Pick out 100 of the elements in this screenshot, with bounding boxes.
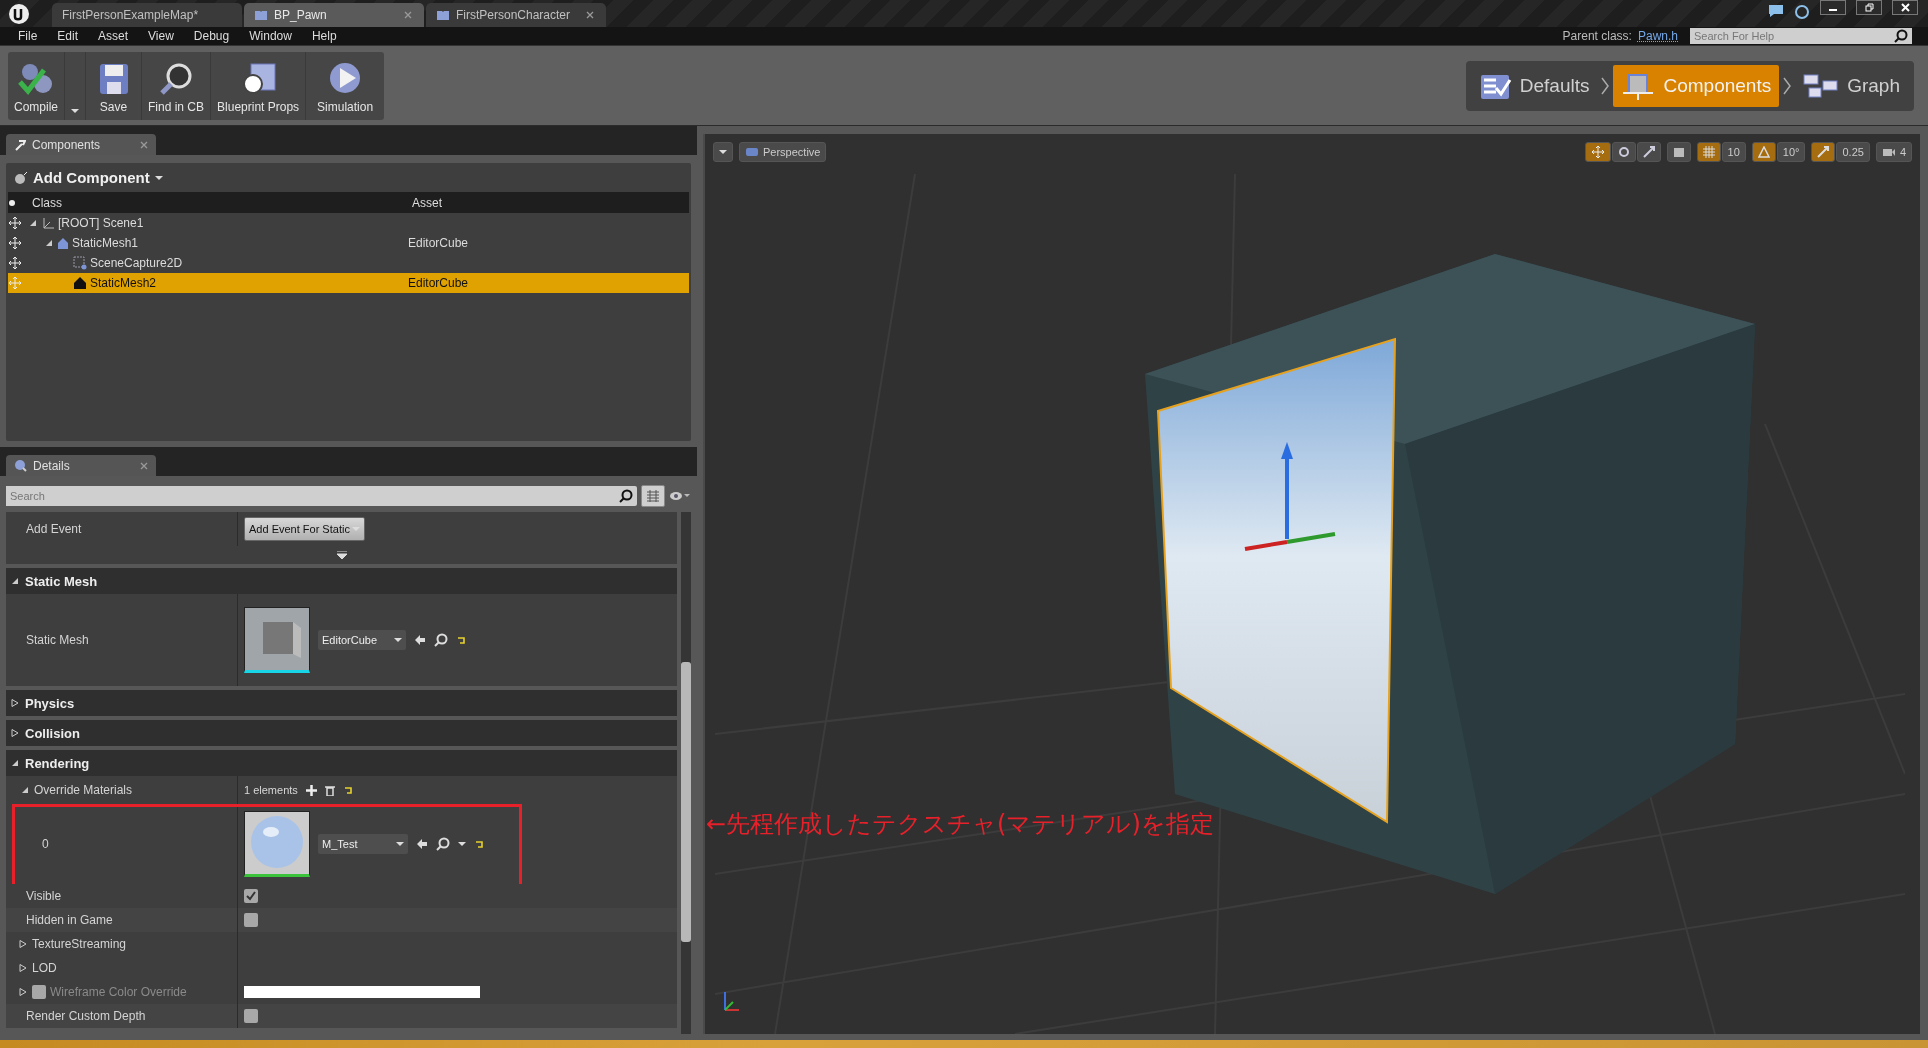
use-selected-button[interactable] — [414, 634, 426, 646]
menu-item[interactable]: Help — [301, 29, 347, 43]
transform-tool-button[interactable] — [1584, 142, 1611, 162]
parent-class-link[interactable]: Pawn.h — [1637, 29, 1678, 43]
close-button[interactable] — [1892, 0, 1918, 15]
expand-arrow-icon[interactable] — [44, 238, 54, 248]
toolbar-button[interactable]: Simulation — [306, 51, 385, 120]
close-tab-button[interactable] — [140, 140, 148, 149]
browse-button[interactable] — [434, 633, 448, 647]
close-icon — [1900, 3, 1910, 12]
section-header[interactable]: Collision — [6, 720, 677, 746]
perspective-button[interactable]: Perspective — [739, 142, 827, 162]
toolbar-button[interactable]: Save — [86, 51, 142, 120]
checkbox[interactable] — [244, 889, 258, 903]
section-header[interactable]: Physics — [6, 690, 677, 716]
close-tab-button[interactable] — [140, 461, 148, 470]
menu-item[interactable]: Debug — [183, 29, 240, 43]
minimize-button[interactable] — [1820, 0, 1846, 15]
column-header[interactable]: Asset — [408, 195, 689, 210]
expand-arrow-icon[interactable] — [10, 728, 20, 738]
toolbar-button[interactable]: Blueprint Props — [211, 51, 307, 120]
expand-arrow-icon[interactable] — [18, 963, 28, 973]
mode-button[interactable]: Defaults — [1471, 64, 1598, 107]
reset-button[interactable] — [474, 839, 484, 849]
component-row[interactable]: StaticMesh1 EditorCube — [8, 233, 689, 253]
delete-button[interactable] — [324, 784, 335, 796]
sphere-thumbnail[interactable] — [244, 811, 310, 877]
book-icon — [436, 9, 450, 21]
expand-arrow-icon[interactable] — [10, 576, 20, 586]
section-header[interactable]: Static Mesh — [6, 568, 677, 594]
use-selected-button[interactable] — [416, 838, 428, 850]
property-label: Static Mesh — [26, 633, 89, 647]
axes-icon — [41, 216, 55, 230]
snap-toggle-button[interactable] — [1811, 142, 1836, 162]
expand-arrow-icon[interactable] — [18, 939, 28, 949]
menu-item[interactable]: Edit — [47, 29, 89, 43]
menu-item[interactable]: View — [138, 29, 184, 43]
reset-button[interactable] — [342, 785, 353, 795]
column-header[interactable]: Class — [28, 195, 408, 210]
section-title: Rendering — [25, 755, 90, 771]
browse-button[interactable] — [436, 837, 450, 851]
camera-speed-button[interactable]: 4 — [1875, 142, 1912, 162]
menu-item[interactable]: Window — [239, 29, 302, 43]
snap-value-button[interactable]: 10° — [1776, 142, 1806, 162]
expand-arrow-icon[interactable] — [10, 758, 20, 768]
caret-icon — [396, 841, 404, 847]
options-caret-button[interactable] — [458, 841, 466, 847]
component-row[interactable]: [ROOT] Scene1 — [8, 213, 689, 233]
material-dropdown[interactable]: M_Test — [318, 834, 408, 854]
mode-button[interactable]: Graph — [1795, 64, 1908, 107]
annotation-text: ←先程作成したテクスチャ(マテリアル)を指定 — [706, 809, 1214, 840]
grid-icon — [1702, 146, 1715, 158]
expand-arrow-icon[interactable] — [20, 785, 30, 795]
transform-tool-button[interactable] — [1636, 142, 1661, 162]
transform-tool-button[interactable] — [1611, 142, 1636, 162]
component-row[interactable]: StaticMesh2 EditorCube — [8, 273, 689, 293]
scrollbar-thumb[interactable] — [681, 662, 691, 942]
toolbar-button[interactable]: Compile — [8, 51, 65, 120]
snap-value-button[interactable]: 10 — [1721, 142, 1746, 162]
cube-thumbnail[interactable] — [244, 607, 310, 673]
property-label: Add Event — [26, 522, 82, 536]
component-name: StaticMesh2 — [90, 276, 157, 290]
component-name: [ROOT] Scene1 — [58, 216, 144, 230]
color-swatch[interactable] — [244, 986, 480, 998]
panel-tab[interactable]: Details — [6, 455, 156, 476]
document-tab[interactable]: FirstPersonExampleMap* — [52, 3, 242, 27]
snap-value-button[interactable]: 0.25 — [1836, 142, 1870, 162]
viewport-options-button[interactable] — [713, 142, 733, 162]
expand-arrow-icon[interactable] — [10, 698, 20, 708]
section-title: Physics — [25, 695, 75, 711]
component-row[interactable]: SceneCapture2D — [8, 253, 689, 273]
section-header[interactable]: Rendering — [6, 750, 677, 776]
checkbox[interactable] — [244, 1009, 258, 1023]
search-icon — [619, 489, 633, 503]
add-element-button[interactable] — [305, 784, 317, 796]
menu-item[interactable]: Asset — [88, 29, 139, 43]
magnifier-icon — [159, 61, 194, 96]
snap-toggle-button[interactable] — [1751, 142, 1776, 162]
reset-button[interactable] — [456, 635, 466, 645]
expand-arrow-icon[interactable] — [28, 218, 38, 228]
document-tab[interactable]: FirstPersonCharacter — [426, 3, 606, 27]
toolbar-button[interactable]: Find in CB — [142, 51, 212, 120]
property-label: LOD — [32, 961, 57, 975]
checkmark-icon — [246, 891, 256, 901]
grid-view-button[interactable] — [641, 485, 665, 507]
snap-toggle-button[interactable] — [1696, 142, 1721, 162]
add-component-button[interactable]: Add Component — [6, 163, 171, 192]
document-tab[interactable]: BP_Pawn — [244, 3, 424, 27]
panel-tab[interactable]: Components — [6, 134, 156, 155]
search-icon — [434, 633, 448, 647]
menu-item[interactable]: File — [8, 29, 48, 43]
book-icon — [254, 9, 268, 21]
visibility-button[interactable] — [669, 491, 691, 501]
world-space-button[interactable] — [1666, 142, 1691, 162]
add-event-dropdown[interactable]: Add Event For Static — [244, 517, 365, 541]
checkbox[interactable] — [244, 913, 258, 927]
asset-dropdown[interactable]: EditorCube — [318, 630, 406, 650]
expand-caret-icon — [336, 551, 347, 559]
restore-button[interactable] — [1856, 0, 1882, 15]
close-tab-button[interactable] — [586, 11, 594, 19]
